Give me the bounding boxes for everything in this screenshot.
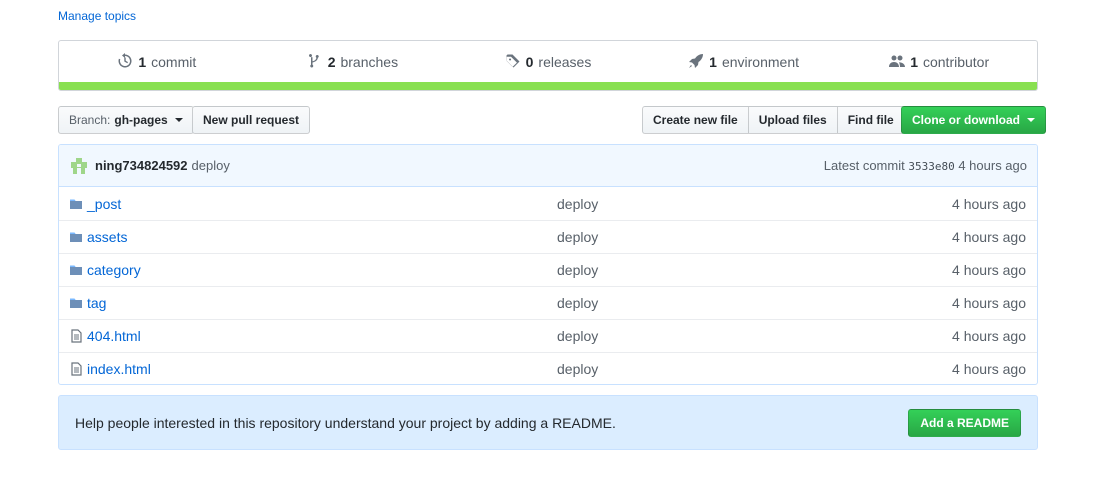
commit-age: 4 hours ago [958,158,1027,173]
avatar[interactable] [69,155,89,176]
language-bar[interactable] [59,82,1037,90]
add-readme-button[interactable]: Add a README [908,408,1021,437]
file-age: 4 hours ago [952,229,1026,245]
branch-icon [307,53,323,72]
file-navigation: ning734824592 deploy Latest commit 3533e… [58,144,1038,385]
commits-count[interactable]: 1 commit [59,52,255,72]
commit-sha-link[interactable]: 3533e80 [908,160,954,173]
file-commit-message-link[interactable]: deploy [557,196,917,212]
file-actions-group: Create new file Upload files Find file [642,106,905,134]
file-row[interactable]: 404.html deploy 4 hours ago [59,319,1037,352]
file-name-link[interactable]: 404.html [87,328,557,344]
commits-num: 1 [138,54,147,70]
readme-prompt: Help people interested in this repositor… [58,395,1038,450]
file-row[interactable]: tag deploy 4 hours ago [59,286,1037,319]
tag-icon [505,53,521,72]
latest-commit-label: Latest commit [823,158,905,173]
latest-commit-info: Latest commit 3533e80 4 hours ago [824,158,1027,173]
file-row[interactable]: _post deploy 4 hours ago [59,187,1037,220]
file-commit-message-link[interactable]: deploy [557,361,917,377]
folder-icon [59,197,87,211]
branches-num: 2 [327,54,336,70]
file-name-link[interactable]: assets [87,229,557,245]
file-name-link[interactable]: tag [87,295,557,311]
file-age: 4 hours ago [952,328,1026,344]
file-name-link[interactable]: _post [87,196,557,212]
file-age: 4 hours ago [952,361,1026,377]
create-new-file-button[interactable]: Create new file [642,106,749,134]
readme-prompt-text: Help people interested in this repositor… [75,414,616,431]
file-name-link[interactable]: category [87,262,557,278]
branches-count[interactable]: 2 branches [255,53,451,72]
repo-summary: 1 commit 2 branches 0 releases 1 environ… [58,40,1038,91]
commits-label: commit [151,54,197,70]
releases-num: 0 [525,54,534,70]
branches-label: branches [340,54,399,70]
branch-name: gh-pages [114,113,168,127]
file-icon [59,329,87,343]
file-name-link[interactable]: index.html [87,361,557,377]
commit-author-link[interactable]: ning734824592 [95,158,188,173]
contributors-count[interactable]: 1 contributor [841,53,1037,72]
rocket-icon [688,53,704,72]
file-age: 4 hours ago [952,195,1026,212]
file-row[interactable]: index.html deploy 4 hours ago [59,352,1037,384]
clone-download-label: Clone or download [912,113,1020,127]
caret-down-icon [1027,118,1035,122]
file-commit-message-link[interactable]: deploy [557,328,917,344]
file-commit-message-link[interactable]: deploy [557,295,917,311]
file-commit-message-link[interactable]: deploy [557,262,917,278]
releases-label: releases [538,54,592,70]
clone-download-button[interactable]: Clone or download [901,106,1046,134]
commit-tease: ning734824592 deploy Latest commit 3533e… [59,145,1037,187]
caret-down-icon [174,118,183,122]
branch-select-button[interactable]: Branch: gh-pages [58,106,194,134]
folder-icon [59,296,87,310]
contributors-label: contributor [922,54,990,70]
file-commit-message-link[interactable]: deploy [557,229,917,245]
new-pull-request-button[interactable]: New pull request [192,106,311,134]
history-icon [117,52,133,72]
find-file-button[interactable]: Find file [836,106,905,134]
folder-icon [59,263,87,277]
people-icon [889,53,906,72]
file-age: 4 hours ago [952,295,1026,311]
file-age: 4 hours ago [952,262,1026,278]
file-icon [59,362,87,376]
manage-topics-link[interactable]: Manage topics [58,9,136,23]
branch-prefix: Branch: [69,113,111,127]
file-row[interactable]: category deploy 4 hours ago [59,253,1037,286]
environments-label: environment [721,54,799,70]
environments-num: 1 [709,54,717,70]
new-pull-request-label: New pull request [203,113,300,127]
commit-message-link[interactable]: deploy [192,158,230,173]
file-row[interactable]: assets deploy 4 hours ago [59,220,1037,253]
upload-files-button[interactable]: Upload files [747,106,838,134]
releases-count[interactable]: 0 releases [450,53,646,72]
folder-icon [59,230,87,244]
contributors-num: 1 [910,54,918,70]
environments-count[interactable]: 1 environment [646,53,842,72]
